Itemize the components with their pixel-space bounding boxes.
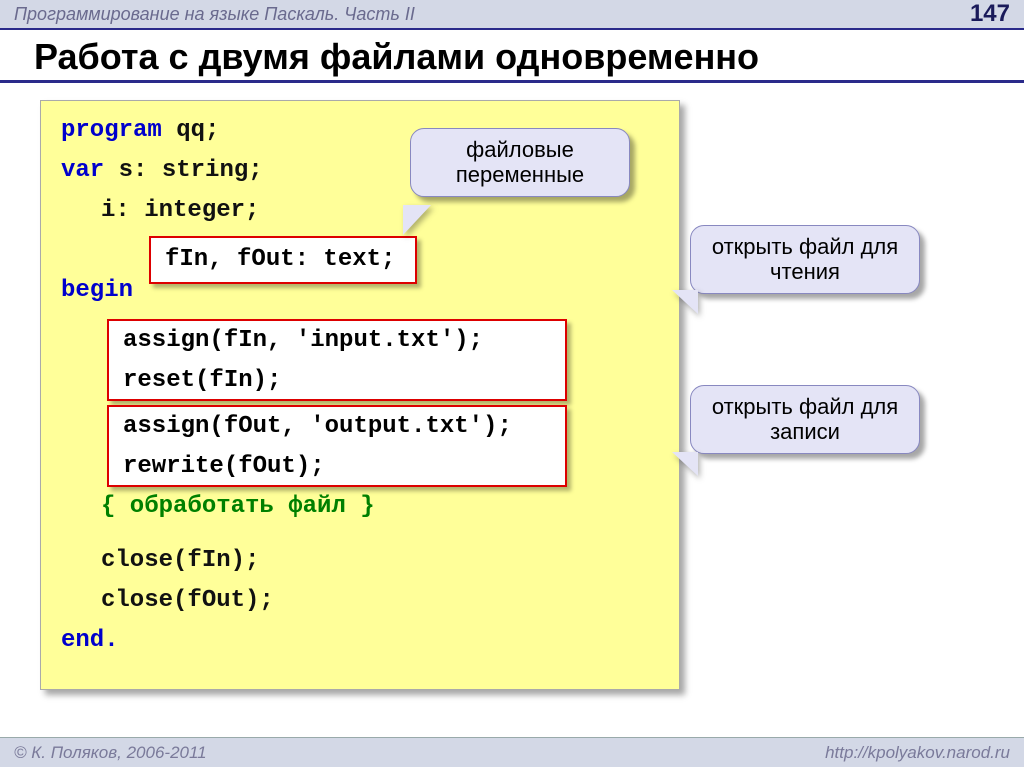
callout-file-vars: файловые переменные xyxy=(410,128,630,197)
header-bar: Программирование на языке Паскаль. Часть… xyxy=(0,0,1024,30)
footer-url: http://kpolyakov.narod.ru xyxy=(825,743,1010,763)
code-line: assign(fIn, 'input.txt'); xyxy=(123,321,551,361)
code-line: reset(fIn); xyxy=(123,361,551,401)
callout-tail-icon xyxy=(672,290,698,314)
code-line: end. xyxy=(41,621,679,661)
page-number: 147 xyxy=(970,0,1010,28)
code-line: i: integer; xyxy=(41,191,679,231)
code-line: assign(fOut, 'output.txt'); xyxy=(123,407,551,447)
callout-open-write: открыть файл для записи xyxy=(690,385,920,454)
course-title: Программирование на языке Паскаль. Часть… xyxy=(14,4,415,25)
footer-bar: © К. Поляков, 2006-2011 http://kpolyakov… xyxy=(0,737,1024,767)
code-line: close(fIn); xyxy=(41,541,679,581)
highlight-open-read: assign(fIn, 'input.txt'); reset(fIn); xyxy=(107,319,567,401)
callout-tail-icon xyxy=(672,452,698,476)
callout-open-read: открыть файл для чтения xyxy=(690,225,920,294)
code-line: rewrite(fOut); xyxy=(123,447,551,487)
callout-tail-icon xyxy=(403,205,431,235)
footer-author: © К. Поляков, 2006-2011 xyxy=(14,743,207,763)
slide-title: Работа с двумя файлами одновременно xyxy=(0,30,1024,83)
code-comment: { обработать файл } xyxy=(41,487,679,527)
highlight-open-write: assign(fOut, 'output.txt'); rewrite(fOut… xyxy=(107,405,567,487)
code-line xyxy=(41,527,679,541)
code-line: close(fOut); xyxy=(41,581,679,621)
highlight-file-vars: fIn, fOut: text; xyxy=(149,236,417,284)
